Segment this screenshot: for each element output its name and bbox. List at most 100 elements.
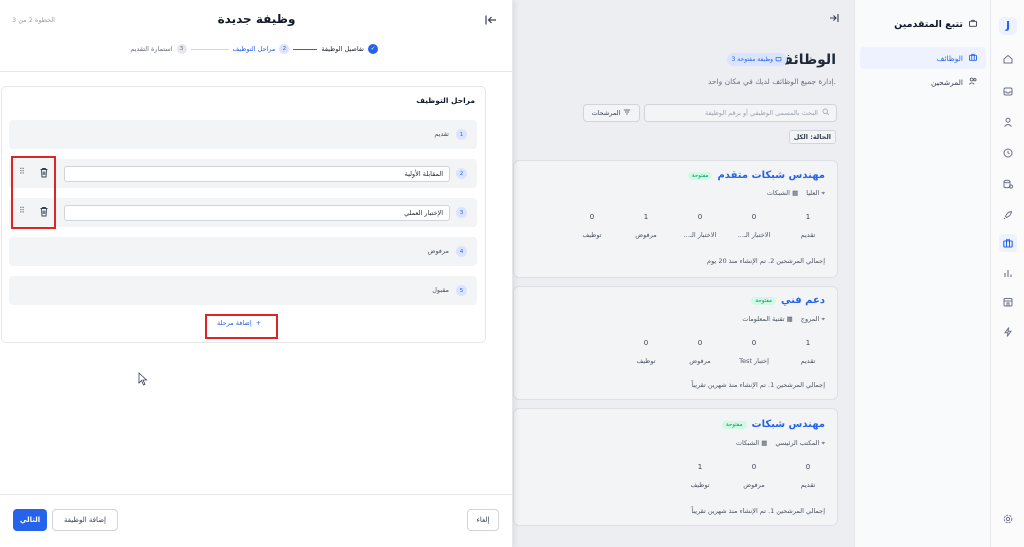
stepper: ✓ تفاصيل الوظيفة 2 مراحل التوظيف 3 استما… — [130, 44, 378, 54]
stat-item: 0 توظيف — [582, 213, 602, 239]
stage-label: تقديم — [434, 130, 449, 138]
stat-item: 0 الاختبار الـ... — [737, 213, 771, 239]
department: ▦ الشبكات — [735, 439, 768, 447]
step-connector — [293, 48, 318, 50]
filters-button[interactable]: المرشحات — [583, 104, 640, 122]
job-title[interactable]: مهندس شبكات — [752, 419, 825, 430]
filters-label: المرشحات — [591, 109, 621, 117]
stage-number: 4 — [456, 246, 467, 257]
filter-icon — [623, 108, 631, 118]
search-input[interactable]: البحث بالمسمى الوظيفي أو برقم الوظيفة — [644, 104, 837, 122]
stat-item: 0 تقديم — [800, 463, 816, 489]
nav-item-label: المرشحين — [931, 77, 963, 87]
next-button[interactable]: التالي — [13, 509, 47, 531]
stat-item: 1 تقديم — [800, 339, 816, 365]
highlight-stage-actions — [11, 156, 56, 229]
job-stats: 1 تقديم 0 إختبار Test 0 مرفوض 0 توظيف — [622, 339, 832, 365]
location-pin-icon: ⌖ — [821, 439, 825, 447]
status-badge: مفتوحة — [687, 171, 713, 180]
store-icon[interactable] — [999, 293, 1017, 311]
collapse-sidebar-icon[interactable] — [828, 12, 840, 26]
department: ▦ الشبكات — [766, 189, 799, 197]
stage-name-input[interactable]: المقابلة الأولية — [64, 166, 450, 182]
nav-item-jobs[interactable]: الوظائف — [860, 47, 986, 69]
job-meta: ⌖ العليا ▦ الشبكات — [767, 189, 825, 198]
job-footer: إجمالي المرشحين 2. تم الإنشاء منذ 20 يوم — [707, 257, 825, 265]
rocket-icon[interactable] — [999, 206, 1017, 224]
section-title: مراحل التوظيف — [416, 96, 475, 105]
panel-title: وظيفة جديدة — [217, 12, 296, 26]
mouse-cursor-icon — [138, 372, 148, 388]
status-badge: مفتوحة — [721, 420, 747, 429]
divider — [0, 71, 513, 72]
stage-label: مرفوض — [427, 247, 449, 255]
job-footer: إجمالي المرشحين 1. تم الإنشاء منذ شهرين … — [691, 381, 825, 389]
location: ⌖ العليا — [806, 189, 825, 197]
stage-name-input[interactable]: الإختبار العملي — [64, 205, 450, 221]
app-logo[interactable]: J — [999, 17, 1017, 35]
close-panel-icon[interactable] — [484, 14, 498, 28]
bar-chart-icon[interactable] — [999, 264, 1017, 282]
job-stats: 1 تقديم 0 الاختبار الـ... 0 الاختبار الـ...… — [568, 213, 832, 239]
plus-icon: + — [255, 319, 262, 327]
stat-item: 0 مرفوض — [743, 463, 765, 489]
stage-number: 5 — [456, 285, 467, 296]
stat-item: 0 إختبار Test — [739, 339, 769, 365]
stage-row: 3 الإختبار العملي ⠿ — [9, 198, 477, 227]
step-label[interactable]: استمارة التقديم — [130, 45, 172, 53]
job-title[interactable]: مهندس شبكات متقدم — [717, 170, 825, 181]
status-filter-chip[interactable]: الحالة: الكل — [788, 130, 836, 144]
job-meta: ⌖ المروج ▦ تقنية المعلومات — [742, 315, 825, 324]
add-job-button[interactable]: إضافة الوظيفة — [52, 509, 118, 531]
building-icon: ▦ — [792, 189, 799, 197]
location: ⌖ المكتب الرئيسي — [775, 439, 825, 447]
jobs-main: الوظائف 3 وظيفة مفتوحة إدارة جميع الوظائ… — [513, 0, 854, 547]
cancel-button[interactable]: إلغاء — [467, 509, 499, 531]
nav-title: تتبع المتقدمين — [894, 18, 978, 31]
stat-item: 0 الاختبار الـ... — [683, 213, 717, 239]
job-card[interactable]: مهندس شبكات مفتوحة ⌖ المكتب الرئيسي ▦ ال… — [513, 408, 838, 526]
users-icon — [968, 76, 978, 88]
job-stats: 0 تقديم 0 مرفوض 1 توظيف — [676, 463, 832, 489]
stage-label: مقبول — [432, 286, 449, 294]
home-icon[interactable] — [999, 50, 1017, 68]
stage-number: 3 — [456, 207, 467, 218]
add-stage-label: إضافة مرحلة — [217, 319, 252, 327]
open-jobs-badge: 3 وظيفة مفتوحة — [726, 53, 787, 66]
secondary-nav: تتبع المتقدمين الوظائف المرشحين — [854, 0, 990, 547]
job-card[interactable]: دعم فني مفتوحة ⌖ المروج ▦ تقنية المعلوما… — [513, 286, 838, 400]
briefcase-icon[interactable] — [999, 234, 1017, 252]
stage-row: 4 مرفوض — [9, 237, 477, 266]
settings-icon[interactable] — [999, 510, 1017, 528]
check-icon: ✓ — [368, 44, 378, 54]
user-icon[interactable] — [999, 113, 1017, 131]
stage-row: 1 تقديم — [9, 120, 477, 149]
location: ⌖ المروج — [800, 315, 825, 323]
status-badge: مفتوحة — [751, 296, 776, 305]
job-card[interactable]: مهندس شبكات متقدم مفتوحة ⌖ العليا ▦ الشب… — [513, 160, 838, 278]
stat-item: 1 مرفوض — [635, 213, 657, 239]
lightning-icon[interactable] — [999, 323, 1017, 341]
icon-rail: J — [990, 0, 1024, 547]
job-meta: ⌖ المكتب الرئيسي ▦ الشبكات — [736, 439, 825, 448]
briefcase-icon — [968, 18, 978, 31]
database-icon[interactable] — [999, 175, 1017, 193]
stat-item: 0 مرفوض — [689, 339, 711, 365]
step-number: 3 — [176, 44, 187, 54]
stage-row: 5 مقبول — [9, 276, 477, 305]
stage-number: 2 — [456, 168, 467, 179]
step-number: 2 — [279, 44, 290, 54]
building-icon: ▦ — [761, 439, 768, 447]
briefcase-icon — [775, 55, 782, 64]
step-label[interactable]: مراحل التوظيف — [233, 45, 276, 53]
job-title[interactable]: دعم فني — [781, 295, 825, 306]
stat-item: 1 تقديم — [800, 213, 816, 239]
add-stage-button[interactable]: + إضافة مرحلة — [217, 319, 261, 327]
inbox-icon[interactable] — [999, 82, 1017, 100]
nav-item-candidates[interactable]: المرشحين — [860, 71, 986, 93]
clock-icon[interactable] — [999, 144, 1017, 162]
stage-row: 2 المقابلة الأولية ⠿ — [9, 159, 477, 188]
job-footer: إجمالي المرشحين 1. تم الإنشاء منذ شهرين … — [691, 507, 825, 515]
step-label[interactable]: تفاصيل الوظيفة — [321, 45, 364, 53]
department: ▦ تقنية المعلومات — [742, 315, 793, 323]
